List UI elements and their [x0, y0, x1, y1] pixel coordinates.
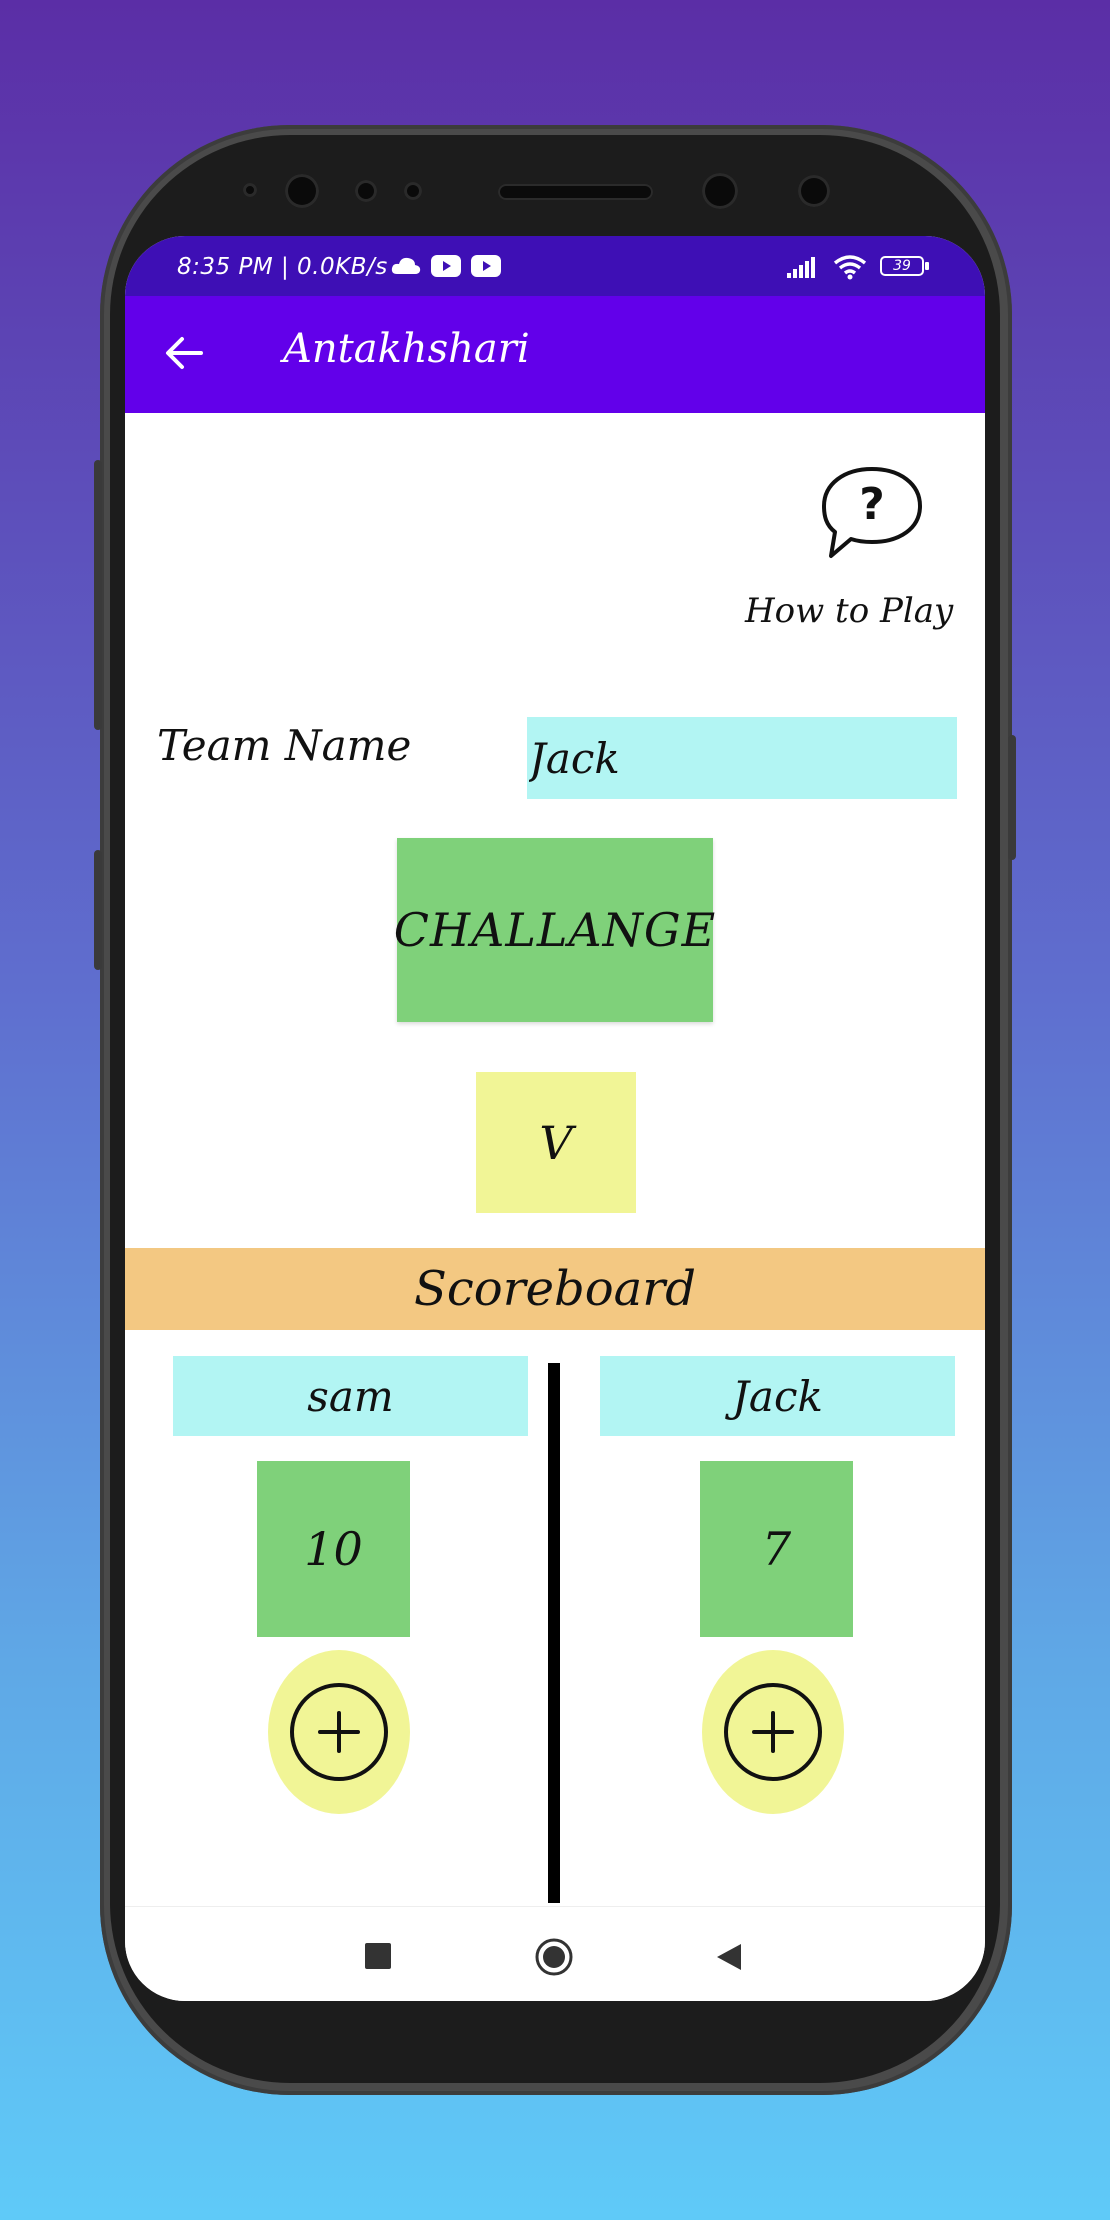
back-nav-icon[interactable]: [715, 1943, 743, 1971]
sensor-icon: [355, 180, 377, 202]
team-2-name: Jack: [600, 1356, 955, 1436]
navigation-bar: [125, 1906, 985, 2001]
scoreboard-title: Scoreboard: [125, 1248, 985, 1330]
phone-side-button: [94, 850, 102, 970]
team-1-add-point-button[interactable]: [268, 1650, 410, 1814]
battery-icon: 39: [880, 256, 924, 276]
help-bubble-icon[interactable]: ?: [817, 464, 927, 564]
battery-level: 39: [893, 258, 911, 274]
sensor-icon: [243, 183, 257, 197]
sensor-icon: [404, 182, 422, 200]
sensor-icon: [798, 175, 830, 207]
front-camera-icon: [285, 174, 319, 208]
phone-power-button: [1008, 735, 1016, 860]
front-camera-icon: [702, 173, 738, 209]
how-to-play-label[interactable]: How to Play: [745, 591, 953, 631]
team-1-name: sam: [173, 1356, 528, 1436]
wifi-icon: [833, 255, 867, 280]
plus-circle-icon: [290, 1683, 388, 1781]
plus-circle-icon: [724, 1683, 822, 1781]
status-bar: 8:35 PM | 0.0KB/s 39: [125, 236, 985, 296]
status-time-speed: 8:35 PM | 0.0KB/s: [177, 254, 388, 280]
app-bar: Antakhshari: [125, 296, 985, 413]
team-1-score: 10: [257, 1461, 410, 1637]
home-icon[interactable]: [534, 1937, 574, 1977]
challenge-button[interactable]: CHALLANGE: [394, 838, 715, 1022]
team-name-label: Team Name: [157, 721, 412, 770]
team-2-score: 7: [700, 1461, 853, 1637]
cloud-icon: [391, 257, 421, 274]
phone-screen: 8:35 PM | 0.0KB/s 39 Antakhshari ? How t…: [125, 236, 985, 2001]
signal-icon: [787, 257, 815, 278]
svg-text:?: ?: [859, 479, 885, 530]
current-letter: V: [476, 1072, 636, 1213]
earpiece-speaker: [498, 184, 653, 200]
team-name-input[interactable]: [527, 717, 957, 799]
battery-tip: [925, 262, 929, 270]
back-arrow-icon[interactable]: [163, 332, 205, 374]
scoreboard-divider: [548, 1363, 560, 1903]
app-title: Antakhshari: [283, 326, 530, 372]
phone-side-button: [94, 460, 102, 730]
youtube-icon: [431, 255, 461, 277]
youtube-icon: [471, 255, 501, 277]
team-2-add-point-button[interactable]: [702, 1650, 844, 1814]
recent-apps-icon[interactable]: [365, 1943, 391, 1969]
